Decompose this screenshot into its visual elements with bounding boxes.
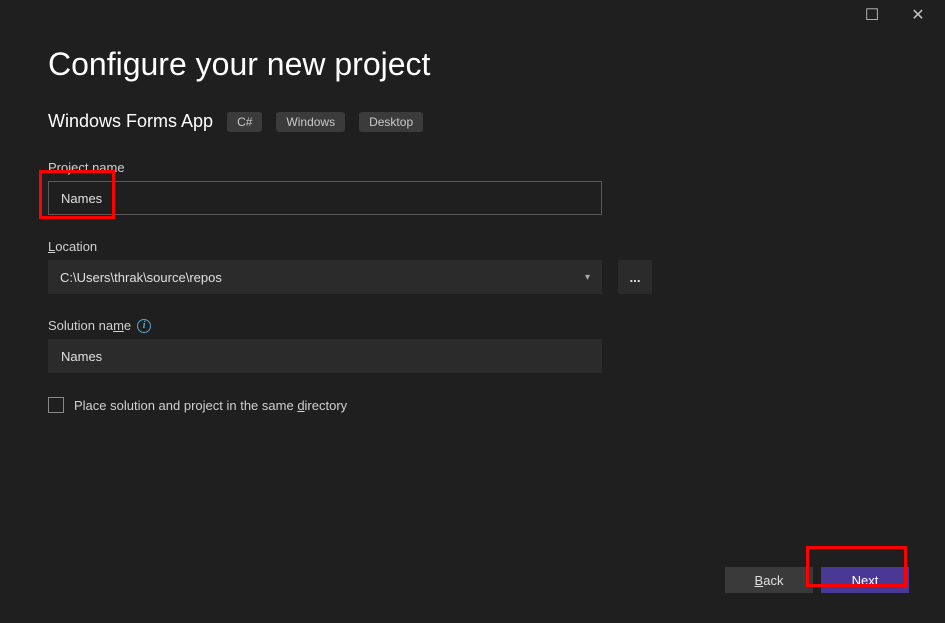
location-label: Location [48, 239, 895, 254]
footer-buttons: Back Next [725, 567, 909, 593]
project-name-input[interactable] [48, 181, 602, 215]
info-icon[interactable]: i [137, 319, 151, 333]
solution-name-label: Solution name [48, 318, 131, 333]
project-name-label: Project name [48, 160, 895, 175]
solution-name-input[interactable] [48, 339, 602, 373]
close-icon: ✕ [911, 5, 924, 25]
maximize-button[interactable]: ☐ [849, 0, 895, 30]
template-row: Windows Forms App C# Windows Desktop [48, 111, 895, 132]
location-field: Location C:\Users\thrak\source\repos ▾ .… [48, 239, 895, 294]
title-bar: ☐ ✕ [0, 0, 945, 30]
same-directory-label: Place solution and project in the same d… [74, 398, 347, 413]
close-button[interactable]: ✕ [895, 0, 941, 30]
tag-platform: Windows [276, 112, 345, 132]
browse-button[interactable]: ... [618, 260, 652, 294]
same-directory-row: Place solution and project in the same d… [48, 397, 895, 413]
content-area: Configure your new project Windows Forms… [0, 30, 945, 413]
project-name-field: Project name [48, 160, 895, 215]
solution-name-field: Solution name i [48, 318, 895, 373]
page-title: Configure your new project [48, 46, 895, 83]
next-button[interactable]: Next [821, 567, 909, 593]
location-dropdown[interactable]: C:\Users\thrak\source\repos ▾ [48, 260, 602, 294]
maximize-icon: ☐ [865, 5, 879, 25]
same-directory-checkbox[interactable] [48, 397, 64, 413]
tag-language: C# [227, 112, 262, 132]
location-value: C:\Users\thrak\source\repos [60, 270, 222, 285]
template-name: Windows Forms App [48, 111, 213, 132]
tag-type: Desktop [359, 112, 423, 132]
back-button[interactable]: Back [725, 567, 813, 593]
chevron-down-icon: ▾ [585, 272, 590, 283]
